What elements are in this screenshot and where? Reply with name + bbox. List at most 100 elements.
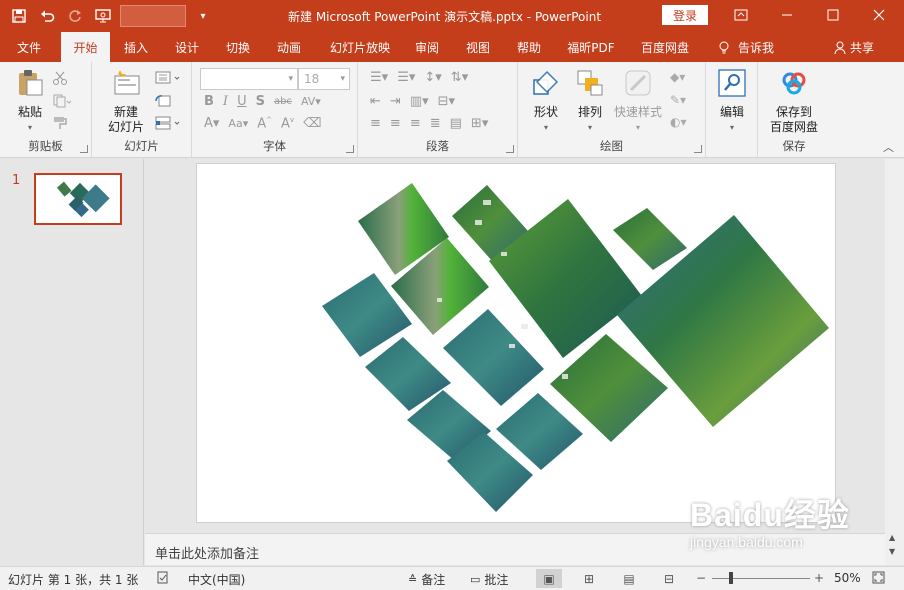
tab-slideshow[interactable]: 幻灯片放映 [322, 32, 398, 62]
columns-icon[interactable]: ▥▾ [410, 94, 429, 109]
grow-font-icon[interactable]: A^ [257, 116, 272, 131]
paragraph-launcher-icon[interactable] [506, 145, 514, 153]
login-button[interactable]: 登录 [662, 5, 708, 25]
decrease-indent-icon[interactable]: ⇤ [370, 94, 381, 109]
start-presentation-icon[interactable] [92, 5, 114, 27]
tab-transitions[interactable]: 切换 [215, 32, 261, 62]
clipboard-launcher-icon[interactable] [80, 145, 88, 153]
paste-dropdown-icon[interactable]: ▾ [10, 120, 50, 135]
shrink-font-icon[interactable]: Av [281, 116, 294, 131]
justify-icon[interactable]: ≣ [430, 116, 441, 131]
bold-icon[interactable]: B [204, 94, 214, 109]
slide-number: 1 [12, 173, 21, 188]
minimize-icon[interactable] [764, 0, 810, 30]
close-icon[interactable] [856, 0, 902, 30]
new-slide-button[interactable]: 新建 幻灯片 [100, 68, 152, 135]
ribbon-display-icon[interactable] [718, 0, 764, 30]
clear-formatting-icon[interactable]: ⌫ [303, 116, 321, 131]
reset-icon[interactable] [154, 93, 172, 112]
increase-indent-icon[interactable]: ⇥ [390, 94, 401, 109]
slideshow-view-icon[interactable]: ⊟ [656, 569, 682, 588]
underline-icon[interactable]: U [237, 94, 247, 109]
magnifier-icon [718, 69, 746, 97]
layout-icon[interactable] [154, 70, 182, 89]
scroll-up-icon[interactable]: ▲ [889, 533, 895, 542]
paste-button[interactable]: 粘贴 ▾ [10, 68, 50, 135]
numbering-icon[interactable]: ☰▾ [397, 70, 415, 85]
tab-animations[interactable]: 动画 [266, 32, 312, 62]
text-direction-icon[interactable]: ⇅▾ [451, 70, 468, 85]
save-icon[interactable] [8, 5, 30, 27]
redo-icon[interactable] [64, 5, 86, 27]
shapes-label: 形状 [533, 105, 558, 119]
quick-styles-button[interactable]: 快速样式 ▾ [610, 68, 666, 135]
font-format-row: B I U S abc AV▾ [204, 94, 321, 109]
scroll-down-icon[interactable]: ▼ [889, 547, 895, 556]
smartart-icon[interactable]: ⊞▾ [471, 116, 488, 131]
tab-foxit-pdf[interactable]: 福昕PDF [560, 32, 622, 62]
zoom-level[interactable]: 50% [834, 571, 861, 585]
character-spacing-icon[interactable]: AV▾ [301, 95, 321, 108]
tab-insert[interactable]: 插入 [113, 32, 159, 62]
zoom-in-icon[interactable]: + [814, 571, 824, 585]
copy-icon[interactable] [52, 93, 72, 112]
font-launcher-icon[interactable] [346, 145, 354, 153]
format-painter-icon[interactable] [52, 115, 68, 134]
tab-file[interactable]: 文件 [6, 32, 52, 62]
editing-button[interactable]: 编辑 ▾ [714, 68, 750, 135]
tab-review[interactable]: 审阅 [404, 32, 450, 62]
change-case-icon[interactable]: Aa▾ [228, 117, 248, 130]
normal-view-icon[interactable]: ▣ [536, 569, 562, 588]
notes-toggle[interactable]: ≙ 备注 [408, 571, 445, 588]
shape-fill-icon[interactable]: ◆▾ [670, 70, 685, 84]
slide-thumbnail[interactable] [34, 173, 122, 225]
distributed-icon[interactable]: ▤ [450, 116, 462, 131]
shape-outline-icon[interactable]: ✎▾ [670, 93, 686, 107]
italic-icon[interactable]: I [223, 94, 228, 109]
align-right-icon[interactable]: ≡ [410, 116, 421, 131]
font-color-row: A▾ Aa▾ A^ Av ⌫ [204, 116, 321, 131]
slide-sorter-icon[interactable]: ⊞ [576, 569, 602, 588]
maximize-icon[interactable] [810, 0, 856, 30]
align-text-icon[interactable]: ⊟▾ [438, 94, 455, 109]
shadow-icon[interactable]: S [256, 94, 265, 109]
zoom-out-icon[interactable]: − [696, 571, 706, 585]
reading-view-icon[interactable]: ▤ [616, 569, 642, 588]
shape-effects-icon[interactable]: ◐▾ [670, 115, 687, 129]
share-button[interactable]: 共享 [834, 39, 874, 56]
section-icon[interactable] [154, 115, 182, 134]
tab-help[interactable]: 帮助 [506, 32, 552, 62]
shapes-button[interactable]: 形状 ▾ [526, 68, 566, 135]
tab-view[interactable]: 视图 [455, 32, 501, 62]
cut-icon[interactable] [52, 70, 68, 89]
spell-check-icon[interactable] [156, 571, 170, 585]
font-color-icon[interactable]: A▾ [204, 116, 219, 131]
tab-home[interactable]: 开始 [61, 32, 110, 62]
tell-me-box[interactable]: 告诉我 [718, 39, 774, 56]
font-name-combo[interactable]: ▾ [200, 68, 298, 90]
tab-baidu-netdisk[interactable]: 百度网盘 [632, 32, 698, 62]
vertical-scrollbar[interactable]: ▲ ▼ [885, 159, 904, 565]
font-size-combo[interactable]: 18 ▾ [298, 68, 350, 90]
drawing-launcher-icon[interactable] [694, 145, 702, 153]
align-center-icon[interactable]: ≡ [390, 116, 401, 131]
status-bar: 幻灯片 第 1 张，共 1 张 中文(中国) ≙ 备注 ▭ 批注 ▣ ⊞ ▤ ⊟… [0, 566, 904, 590]
arrange-button[interactable]: 排列 ▾ [570, 68, 610, 135]
strikethrough-icon[interactable]: abc [274, 96, 292, 107]
fit-to-window-icon[interactable] [872, 571, 885, 584]
customize-qat-icon[interactable]: ▾ [192, 5, 214, 27]
comments-toggle[interactable]: ▭ 批注 [470, 571, 508, 588]
align-left-icon[interactable]: ≡ [370, 116, 381, 131]
slide-canvas[interactable] [196, 163, 836, 523]
zoom-slider-track[interactable] [712, 578, 810, 579]
save-to-baidu-button[interactable]: 保存到 百度网盘 [762, 68, 826, 135]
undo-icon[interactable] [36, 5, 58, 27]
collapse-ribbon-icon[interactable]: ︿ [883, 139, 894, 155]
zoom-slider-thumb[interactable] [729, 572, 733, 584]
bullets-icon[interactable]: ☰▾ [370, 70, 388, 85]
language-status[interactable]: 中文(中国) [188, 571, 245, 588]
tab-design[interactable]: 设计 [164, 32, 210, 62]
line-spacing-icon[interactable]: ↕▾ [424, 70, 441, 85]
thumbnail-graphic [56, 181, 110, 218]
qat-font-combo[interactable] [120, 5, 186, 27]
